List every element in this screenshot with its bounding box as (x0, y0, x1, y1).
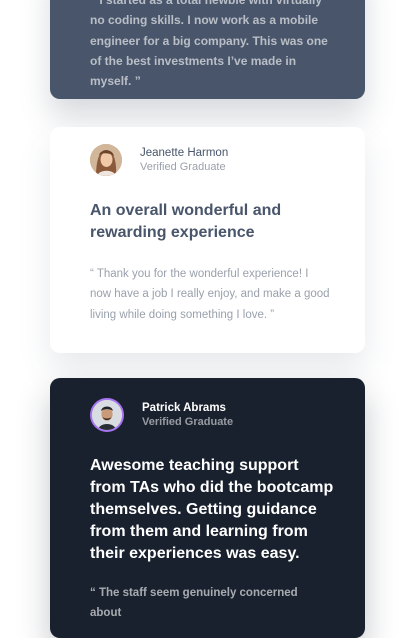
testimonial-card-jeanette: Jeanette Harmon Verified Graduate An ove… (50, 127, 365, 353)
author-role: Verified Graduate (142, 416, 234, 428)
testimonial-headline: An overall wonderful and rewarding exper… (90, 202, 282, 241)
testimonial-quote: “ I started as a total newbie with virtu… (90, 0, 328, 89)
author-name: Patrick Abrams (142, 402, 226, 414)
avatar-portrait (92, 400, 122, 430)
testimonial-quote: “ The staff seem genuinely concerned abo… (90, 587, 298, 620)
testimonial-headline: Awesome teaching support from TAs who di… (90, 457, 334, 562)
testimonial-author: Patrick Abrams Verified Graduate (90, 398, 233, 432)
avatar-portrait (90, 144, 122, 176)
user-avatar-photo-icon (90, 398, 124, 432)
testimonial-card-1: “ I started as a total newbie with virtu… (50, 0, 365, 99)
author-role: Verified Graduate (140, 161, 226, 173)
testimonial-author: Jeanette Harmon Verified Graduate (90, 144, 228, 176)
testimonial-quote: “ Thank you for the wonderful experience… (90, 268, 330, 321)
user-avatar-photo-icon (90, 144, 122, 176)
testimonial-card-patrick: Patrick Abrams Verified Graduate Awesome… (50, 378, 365, 638)
author-name: Jeanette Harmon (140, 147, 229, 159)
